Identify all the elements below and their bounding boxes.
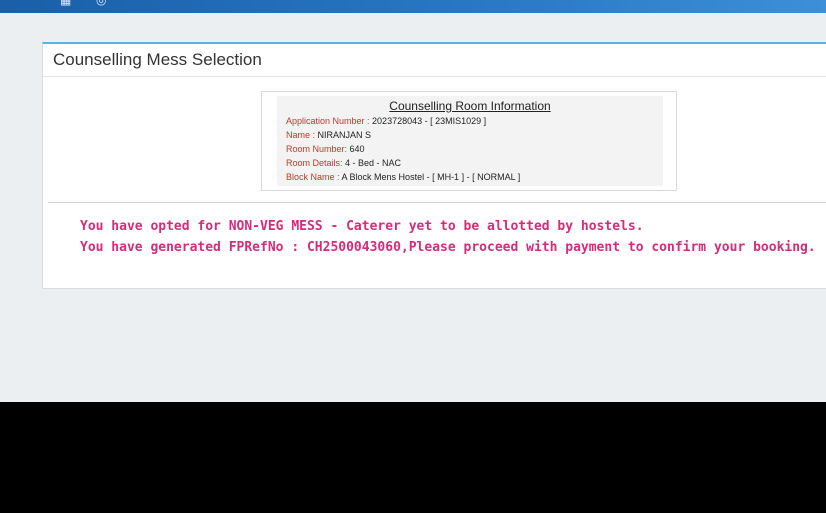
mess-status-message: You have opted for NON-VEG MESS - Catere… [80, 219, 644, 234]
info-label: Room Details: [286, 158, 343, 168]
info-label: Name : [286, 130, 316, 140]
room-details-row: Room Details: 4 - Bed - NAC [286, 158, 401, 169]
section-divider [48, 202, 826, 203]
page-title: Counselling Mess Selection [53, 50, 262, 69]
info-value: 640 [347, 144, 365, 154]
info-value: NIRANJAN S [315, 130, 372, 140]
title-divider [43, 76, 826, 77]
application-number-row: Application Number : 2023728043 - [ 23MI… [286, 116, 486, 127]
mess-selection-card: Counselling Mess Selection Counselling R… [42, 42, 826, 289]
page-content: Counselling Mess Selection Counselling R… [0, 13, 826, 402]
name-row: Name : NIRANJAN S [286, 130, 371, 141]
info-label: Application Number : [286, 116, 370, 126]
info-value: 2023728043 - [ 23MIS1029 ] [369, 116, 487, 126]
grid-icon[interactable]: ▦ [60, 0, 71, 6]
room-info-box: Counselling Room Information Application… [261, 91, 677, 191]
info-label: Block Name : [286, 172, 340, 182]
payment-reference-message: You have generated FPRefNo : CH250004306… [80, 240, 816, 255]
block-name-row: Block Name : A Block Mens Hostel - [ MH-… [286, 172, 520, 183]
info-label: Room Number: [286, 144, 348, 154]
room-info-heading: Counselling Room Information [389, 99, 551, 113]
info-value: A Block Mens Hostel - [ MH-1 ] - [ NORMA… [339, 172, 521, 182]
room-info-panel: Counselling Room Information Application… [277, 96, 663, 186]
top-nav-bar: ▦ ◎ [0, 0, 826, 13]
settings-icon[interactable]: ◎ [96, 0, 106, 6]
info-value: 4 - Bed - NAC [342, 158, 402, 168]
room-number-row: Room Number: 640 [286, 144, 365, 155]
